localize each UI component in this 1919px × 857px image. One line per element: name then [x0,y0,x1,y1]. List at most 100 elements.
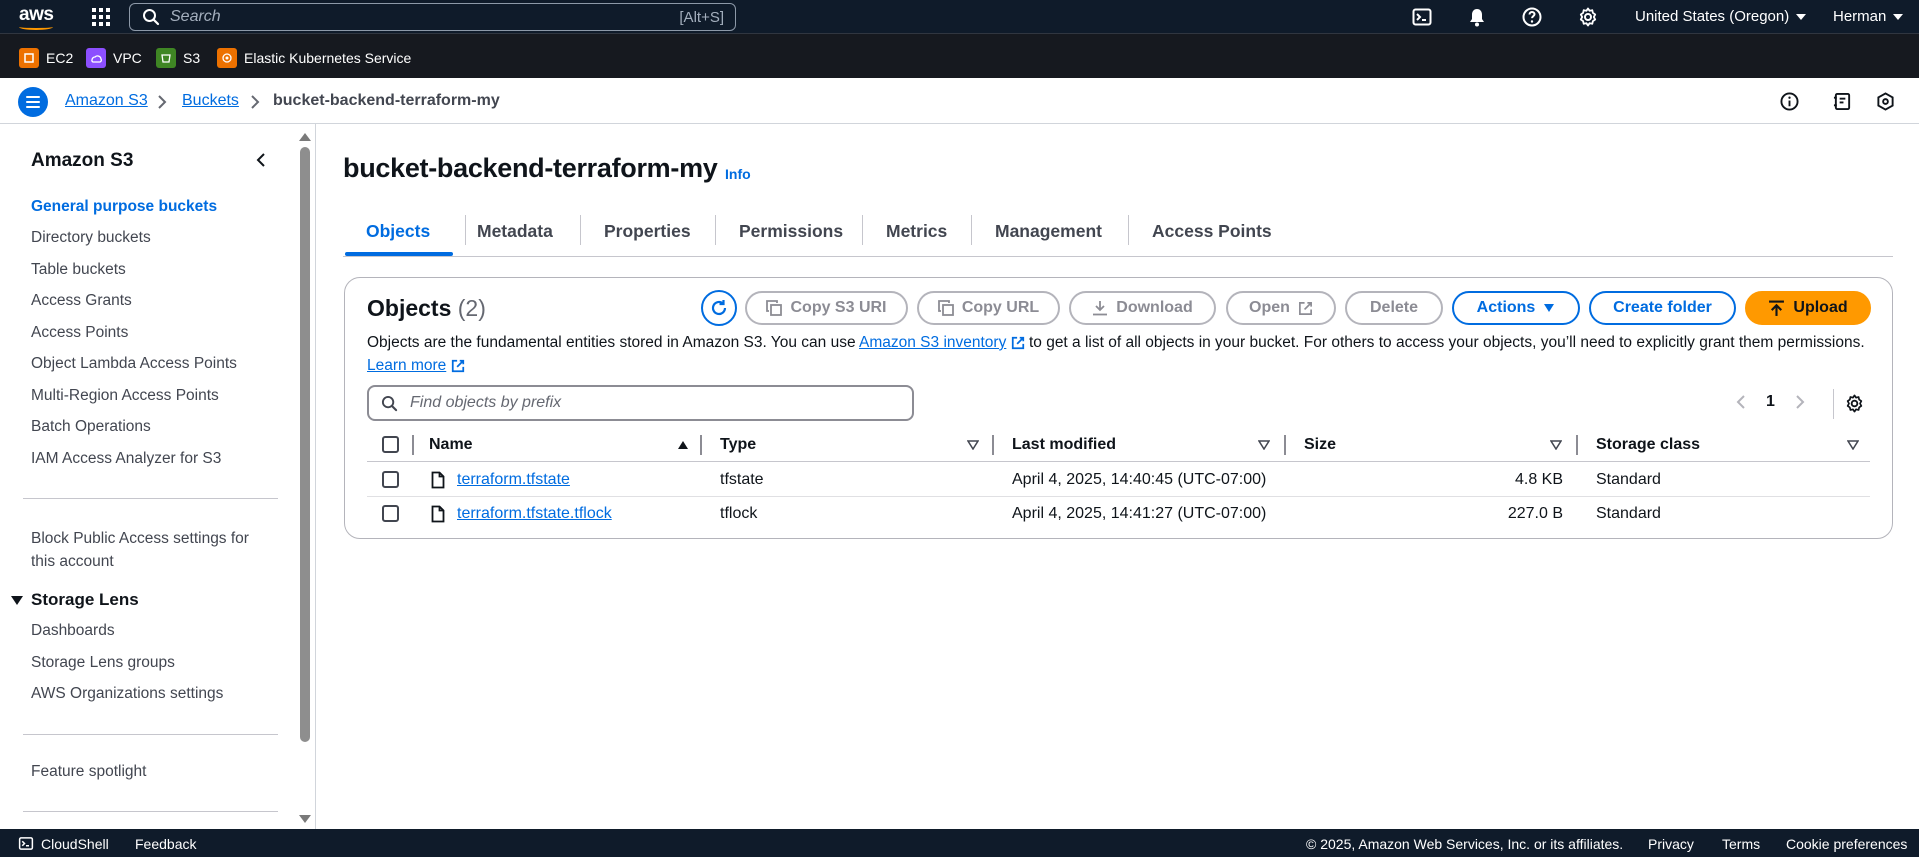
table-row[interactable]: terraform.tfstate.tflock tflock April 4,… [367,497,1870,531]
region-selector[interactable]: United States (Oregon) [1635,8,1807,25]
copy-s3-uri-button[interactable]: Copy S3 URI [745,291,908,325]
footer-feedback-link[interactable]: Feedback [135,836,196,852]
tab-properties[interactable]: Properties [604,221,691,242]
column-separator [1284,435,1286,455]
sidebar-item-access-points[interactable]: Access Points [31,324,128,342]
column-separator [992,435,994,455]
scroll-down-arrow-icon[interactable] [299,815,311,823]
object-filter[interactable] [367,385,914,421]
column-header-name[interactable]: Name [429,436,473,454]
s3-inventory-link[interactable]: Amazon S3 inventory [859,334,1006,351]
sidebar-item-directory-buckets[interactable]: Directory buckets [31,229,151,247]
sort-ascending-icon[interactable] [677,440,689,450]
chevron-right-icon[interactable] [1795,394,1805,410]
hexagon-icon[interactable] [1876,92,1895,111]
object-name-link[interactable]: terraform.tfstate [457,471,570,489]
footer-privacy-link[interactable]: Privacy [1648,836,1694,852]
favorite-label: EC2 [46,50,74,66]
tab-management[interactable]: Management [995,221,1102,242]
column-header-storage-class[interactable]: Storage class [1596,436,1700,454]
favorite-s3[interactable]: S3 [156,48,200,68]
aws-logo[interactable]: aws [19,4,54,26]
favorite-vpc[interactable]: VPC [86,48,142,68]
sidebar-item-iam-access-analyzer[interactable]: IAM Access Analyzer for S3 [31,450,221,468]
sidebar-item-batch-operations[interactable]: Batch Operations [31,418,151,436]
favorite-eks[interactable]: Elastic Kubernetes Service [217,48,411,68]
row-checkbox[interactable] [382,505,399,522]
close-sidebar-icon[interactable] [256,152,266,168]
sidebar-section-storage-lens[interactable]: Storage Lens [11,590,139,610]
row-checkbox[interactable] [382,471,399,488]
column-header-last-modified[interactable]: Last modified [1012,436,1116,454]
copy-url-button[interactable]: Copy URL [917,291,1060,325]
current-page-number[interactable]: 1 [1766,393,1775,411]
global-search[interactable]: [Alt+S] [129,3,736,31]
favorite-ec2[interactable]: EC2 [19,48,73,68]
breadcrumb-buckets[interactable]: Buckets [182,92,239,110]
settings-gear-icon[interactable] [1578,7,1598,27]
open-button[interactable]: Open [1226,291,1336,325]
download-button[interactable]: Download [1069,291,1216,325]
breadcrumb-amazon-s3[interactable]: Amazon S3 [65,92,148,110]
sidebar-item-feature-spotlight[interactable]: Feature spotlight [31,763,146,781]
tab-permissions[interactable]: Permissions [739,221,843,242]
info-link[interactable]: Info [725,166,751,182]
tab-objects[interactable]: Objects [366,221,430,242]
sidebar-title: Amazon S3 [31,150,134,171]
footer-cookie-preferences-link[interactable]: Cookie preferences [1786,836,1907,852]
footer-cloudshell-link[interactable]: CloudShell [41,836,109,852]
sidebar-item-table-buckets[interactable]: Table buckets [31,261,126,279]
refresh-button[interactable] [701,290,737,326]
sort-icon[interactable] [967,440,979,450]
table-row[interactable]: terraform.tfstate tfstate April 4, 2025,… [367,463,1870,497]
notifications-bell-icon[interactable] [1467,7,1487,27]
objects-table-header: Name Type Last modified Size Storage cla… [367,428,1870,462]
footer-copyright: © 2025, Amazon Web Services, Inc. or its… [1306,836,1624,852]
tab-access-points[interactable]: Access Points [1152,221,1272,242]
s3-icon [156,48,176,68]
column-header-type[interactable]: Type [720,436,756,454]
column-header-size[interactable]: Size [1304,436,1336,454]
sort-icon[interactable] [1847,440,1859,450]
sidebar-item-multi-region-access-points[interactable]: Multi-Region Access Points [31,387,219,405]
help-icon[interactable] [1522,7,1542,27]
bucket-tabs: Objects Metadata Properties Permissions … [343,210,1893,257]
actions-dropdown-button[interactable]: Actions [1452,291,1580,325]
object-filter-input[interactable] [410,394,890,412]
create-folder-button[interactable]: Create folder [1589,291,1736,325]
tab-separator [465,215,466,245]
select-all-checkbox[interactable] [382,436,399,453]
delete-label: Delete [1369,299,1419,316]
tab-metadata[interactable]: Metadata [477,221,553,242]
sidebar-item-access-grants[interactable]: Access Grants [31,292,132,310]
sort-icon[interactable] [1258,440,1270,450]
info-circle-icon[interactable] [1780,92,1799,111]
active-tab-indicator [345,252,453,256]
object-storage-class: Standard [1596,505,1661,522]
ec2-icon [19,48,39,68]
footer-terms-link[interactable]: Terms [1722,836,1760,852]
objects-panel: Objects (2) Copy S3 URI Copy URL Downloa… [344,277,1893,539]
object-name-link[interactable]: terraform.tfstate.tflock [457,505,612,523]
sidebar-item-general-purpose-buckets[interactable]: General purpose buckets [31,198,217,216]
sidebar-scroll-thumb[interactable] [300,147,310,742]
tab-metrics[interactable]: Metrics [886,221,947,242]
cloudshell-icon[interactable] [1412,7,1432,27]
user-menu[interactable]: Herman [1833,8,1904,25]
sidebar-item-aws-organizations-settings[interactable]: AWS Organizations settings [31,685,223,703]
delete-button[interactable]: Delete [1345,291,1443,325]
navigation-menu-button[interactable] [18,87,48,117]
global-search-input[interactable] [170,8,640,26]
notes-panel-icon[interactable] [1833,92,1852,111]
sidebar-item-block-public-access[interactable]: Block Public Access settings for this ac… [31,527,271,573]
sidebar-item-object-lambda-access-points[interactable]: Object Lambda Access Points [31,355,237,373]
sidebar-item-dashboards[interactable]: Dashboards [31,622,115,640]
services-grid-icon[interactable] [91,7,111,27]
sidebar-item-storage-lens-groups[interactable]: Storage Lens groups [31,654,175,672]
sort-icon[interactable] [1550,440,1562,450]
scroll-up-arrow-icon[interactable] [299,133,311,141]
learn-more-link[interactable]: Learn more [367,357,446,374]
table-preferences-gear-icon[interactable] [1845,394,1864,413]
chevron-left-icon[interactable] [1736,394,1746,410]
upload-button[interactable]: Upload [1745,291,1871,325]
